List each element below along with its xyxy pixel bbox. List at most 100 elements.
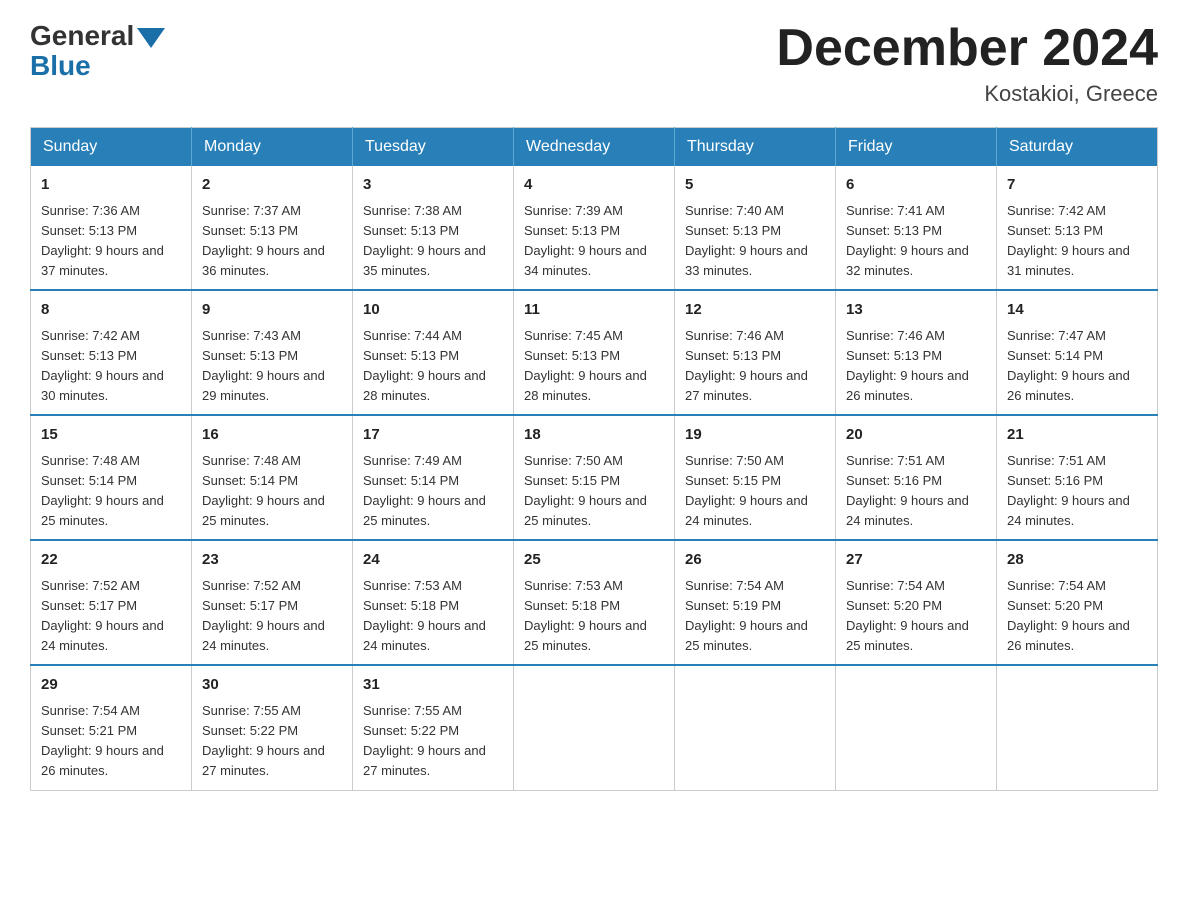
calendar-day-cell: 24 Sunrise: 7:53 AMSunset: 5:18 PMDaylig… — [353, 540, 514, 665]
calendar-day-cell: 23 Sunrise: 7:52 AMSunset: 5:17 PMDaylig… — [192, 540, 353, 665]
weekday-header-thursday: Thursday — [675, 128, 836, 167]
day-info: Sunrise: 7:40 AMSunset: 5:13 PMDaylight:… — [685, 201, 825, 282]
day-number: 23 — [202, 549, 342, 572]
day-number: 21 — [1007, 424, 1147, 447]
calendar-day-cell: 10 Sunrise: 7:44 AMSunset: 5:13 PMDaylig… — [353, 290, 514, 415]
day-info: Sunrise: 7:48 AMSunset: 5:14 PMDaylight:… — [202, 451, 342, 532]
day-info: Sunrise: 7:47 AMSunset: 5:14 PMDaylight:… — [1007, 326, 1147, 407]
day-number: 16 — [202, 424, 342, 447]
calendar-day-cell: 11 Sunrise: 7:45 AMSunset: 5:13 PMDaylig… — [514, 290, 675, 415]
logo-general-text: General — [30, 20, 134, 52]
day-info: Sunrise: 7:46 AMSunset: 5:13 PMDaylight:… — [685, 326, 825, 407]
month-title: December 2024 — [776, 20, 1158, 77]
day-number: 19 — [685, 424, 825, 447]
day-number: 7 — [1007, 174, 1147, 197]
calendar-week-row: 1 Sunrise: 7:36 AMSunset: 5:13 PMDayligh… — [31, 166, 1158, 290]
day-info: Sunrise: 7:46 AMSunset: 5:13 PMDaylight:… — [846, 326, 986, 407]
calendar-day-cell — [675, 665, 836, 790]
day-number: 20 — [846, 424, 986, 447]
day-info: Sunrise: 7:52 AMSunset: 5:17 PMDaylight:… — [41, 576, 181, 657]
calendar-day-cell: 19 Sunrise: 7:50 AMSunset: 5:15 PMDaylig… — [675, 415, 836, 540]
calendar-day-cell: 3 Sunrise: 7:38 AMSunset: 5:13 PMDayligh… — [353, 166, 514, 290]
calendar-table: SundayMondayTuesdayWednesdayThursdayFrid… — [30, 127, 1158, 790]
day-number: 9 — [202, 299, 342, 322]
weekday-header-saturday: Saturday — [997, 128, 1158, 167]
calendar-day-cell: 28 Sunrise: 7:54 AMSunset: 5:20 PMDaylig… — [997, 540, 1158, 665]
day-info: Sunrise: 7:38 AMSunset: 5:13 PMDaylight:… — [363, 201, 503, 282]
weekday-header-friday: Friday — [836, 128, 997, 167]
day-number: 11 — [524, 299, 664, 322]
day-number: 26 — [685, 549, 825, 572]
day-number: 30 — [202, 674, 342, 697]
day-info: Sunrise: 7:43 AMSunset: 5:13 PMDaylight:… — [202, 326, 342, 407]
day-info: Sunrise: 7:55 AMSunset: 5:22 PMDaylight:… — [363, 701, 503, 782]
day-info: Sunrise: 7:53 AMSunset: 5:18 PMDaylight:… — [363, 576, 503, 657]
day-number: 17 — [363, 424, 503, 447]
weekday-header-monday: Monday — [192, 128, 353, 167]
calendar-week-row: 8 Sunrise: 7:42 AMSunset: 5:13 PMDayligh… — [31, 290, 1158, 415]
day-info: Sunrise: 7:42 AMSunset: 5:13 PMDaylight:… — [41, 326, 181, 407]
calendar-day-cell: 31 Sunrise: 7:55 AMSunset: 5:22 PMDaylig… — [353, 665, 514, 790]
calendar-day-cell: 9 Sunrise: 7:43 AMSunset: 5:13 PMDayligh… — [192, 290, 353, 415]
weekday-header-tuesday: Tuesday — [353, 128, 514, 167]
day-info: Sunrise: 7:50 AMSunset: 5:15 PMDaylight:… — [524, 451, 664, 532]
weekday-header-sunday: Sunday — [31, 128, 192, 167]
calendar-day-cell: 5 Sunrise: 7:40 AMSunset: 5:13 PMDayligh… — [675, 166, 836, 290]
weekday-header-wednesday: Wednesday — [514, 128, 675, 167]
day-number: 14 — [1007, 299, 1147, 322]
calendar-header-row: SundayMondayTuesdayWednesdayThursdayFrid… — [31, 128, 1158, 167]
calendar-day-cell: 29 Sunrise: 7:54 AMSunset: 5:21 PMDaylig… — [31, 665, 192, 790]
calendar-day-cell: 21 Sunrise: 7:51 AMSunset: 5:16 PMDaylig… — [997, 415, 1158, 540]
calendar-week-row: 22 Sunrise: 7:52 AMSunset: 5:17 PMDaylig… — [31, 540, 1158, 665]
day-number: 8 — [41, 299, 181, 322]
calendar-day-cell: 13 Sunrise: 7:46 AMSunset: 5:13 PMDaylig… — [836, 290, 997, 415]
calendar-day-cell: 26 Sunrise: 7:54 AMSunset: 5:19 PMDaylig… — [675, 540, 836, 665]
day-number: 6 — [846, 174, 986, 197]
calendar-day-cell: 18 Sunrise: 7:50 AMSunset: 5:15 PMDaylig… — [514, 415, 675, 540]
day-number: 28 — [1007, 549, 1147, 572]
day-number: 31 — [363, 674, 503, 697]
day-info: Sunrise: 7:36 AMSunset: 5:13 PMDaylight:… — [41, 201, 181, 282]
day-number: 1 — [41, 174, 181, 197]
calendar-day-cell — [836, 665, 997, 790]
day-number: 15 — [41, 424, 181, 447]
day-info: Sunrise: 7:45 AMSunset: 5:13 PMDaylight:… — [524, 326, 664, 407]
calendar-day-cell: 16 Sunrise: 7:48 AMSunset: 5:14 PMDaylig… — [192, 415, 353, 540]
day-info: Sunrise: 7:54 AMSunset: 5:20 PMDaylight:… — [1007, 576, 1147, 657]
calendar-day-cell: 7 Sunrise: 7:42 AMSunset: 5:13 PMDayligh… — [997, 166, 1158, 290]
day-number: 29 — [41, 674, 181, 697]
day-info: Sunrise: 7:54 AMSunset: 5:19 PMDaylight:… — [685, 576, 825, 657]
calendar-day-cell: 20 Sunrise: 7:51 AMSunset: 5:16 PMDaylig… — [836, 415, 997, 540]
day-number: 3 — [363, 174, 503, 197]
calendar-week-row: 29 Sunrise: 7:54 AMSunset: 5:21 PMDaylig… — [31, 665, 1158, 790]
day-info: Sunrise: 7:49 AMSunset: 5:14 PMDaylight:… — [363, 451, 503, 532]
logo: General Blue — [30, 20, 165, 82]
calendar-day-cell: 15 Sunrise: 7:48 AMSunset: 5:14 PMDaylig… — [31, 415, 192, 540]
day-info: Sunrise: 7:51 AMSunset: 5:16 PMDaylight:… — [1007, 451, 1147, 532]
day-info: Sunrise: 7:54 AMSunset: 5:20 PMDaylight:… — [846, 576, 986, 657]
location-text: Kostakioi, Greece — [776, 81, 1158, 107]
day-info: Sunrise: 7:41 AMSunset: 5:13 PMDaylight:… — [846, 201, 986, 282]
day-info: Sunrise: 7:42 AMSunset: 5:13 PMDaylight:… — [1007, 201, 1147, 282]
calendar-week-row: 15 Sunrise: 7:48 AMSunset: 5:14 PMDaylig… — [31, 415, 1158, 540]
title-section: December 2024 Kostakioi, Greece — [776, 20, 1158, 107]
page-header: General Blue December 2024 Kostakioi, Gr… — [30, 20, 1158, 107]
calendar-day-cell: 4 Sunrise: 7:39 AMSunset: 5:13 PMDayligh… — [514, 166, 675, 290]
calendar-day-cell: 8 Sunrise: 7:42 AMSunset: 5:13 PMDayligh… — [31, 290, 192, 415]
calendar-day-cell: 30 Sunrise: 7:55 AMSunset: 5:22 PMDaylig… — [192, 665, 353, 790]
day-number: 18 — [524, 424, 664, 447]
calendar-day-cell — [514, 665, 675, 790]
day-info: Sunrise: 7:52 AMSunset: 5:17 PMDaylight:… — [202, 576, 342, 657]
day-info: Sunrise: 7:37 AMSunset: 5:13 PMDaylight:… — [202, 201, 342, 282]
day-info: Sunrise: 7:48 AMSunset: 5:14 PMDaylight:… — [41, 451, 181, 532]
logo-triangle-icon — [137, 28, 165, 48]
day-info: Sunrise: 7:51 AMSunset: 5:16 PMDaylight:… — [846, 451, 986, 532]
day-number: 27 — [846, 549, 986, 572]
calendar-day-cell: 27 Sunrise: 7:54 AMSunset: 5:20 PMDaylig… — [836, 540, 997, 665]
day-info: Sunrise: 7:39 AMSunset: 5:13 PMDaylight:… — [524, 201, 664, 282]
day-number: 13 — [846, 299, 986, 322]
day-info: Sunrise: 7:54 AMSunset: 5:21 PMDaylight:… — [41, 701, 181, 782]
day-number: 24 — [363, 549, 503, 572]
day-number: 10 — [363, 299, 503, 322]
calendar-day-cell: 6 Sunrise: 7:41 AMSunset: 5:13 PMDayligh… — [836, 166, 997, 290]
